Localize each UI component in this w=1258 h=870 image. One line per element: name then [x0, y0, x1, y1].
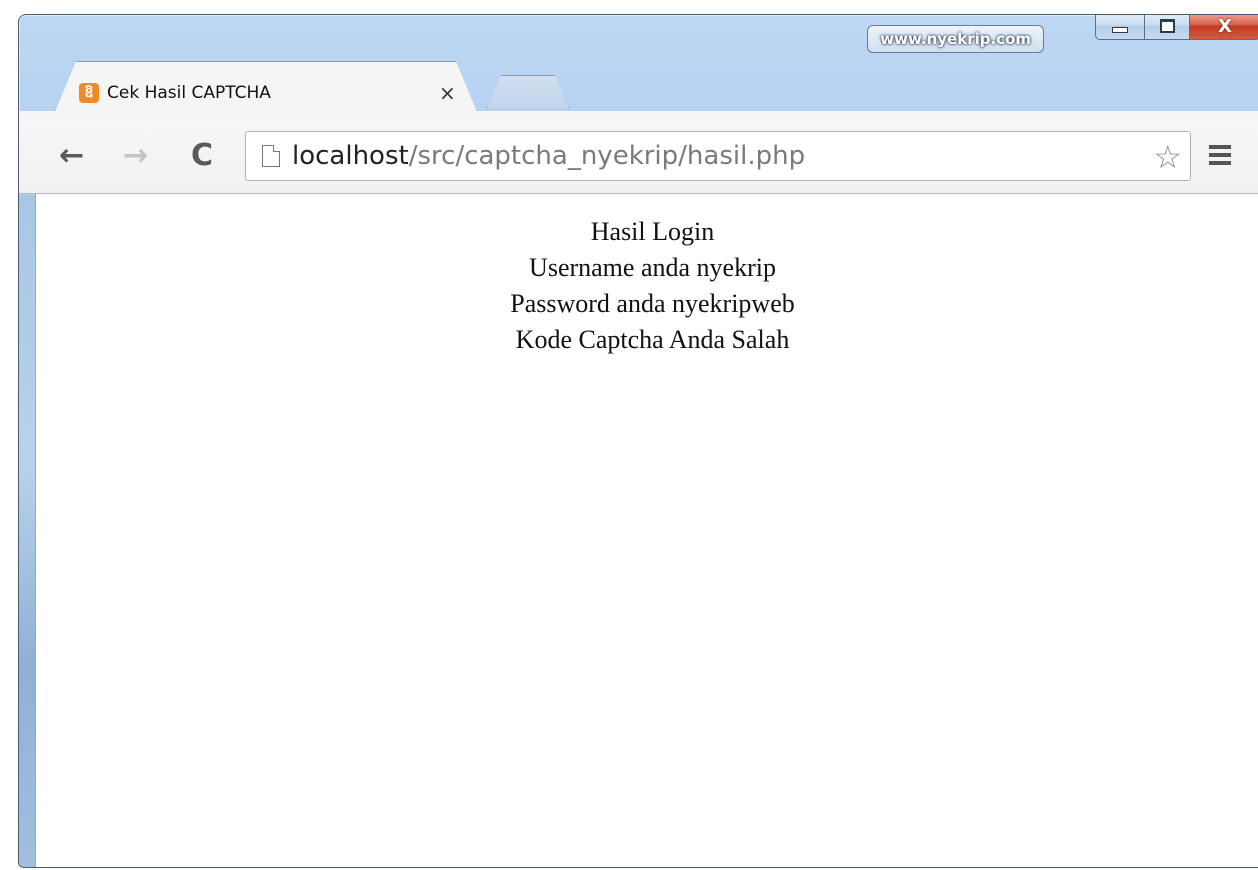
menu-icon[interactable]: [1209, 145, 1231, 169]
back-arrow-icon[interactable]: ←: [59, 141, 84, 171]
close-window-button[interactable]: X: [1190, 15, 1258, 40]
bookmark-star-icon[interactable]: ☆: [1153, 138, 1182, 176]
page-content: Hasil Login Username anda nyekrip Passwo…: [35, 194, 1258, 867]
result-username: Username anda nyekrip: [529, 253, 776, 282]
tab-content: ឱ Cek Hasil CAPTCHA: [79, 73, 479, 113]
result-heading: Hasil Login: [590, 217, 715, 246]
forward-arrow-icon[interactable]: →: [123, 141, 148, 171]
minimize-icon: [1112, 27, 1128, 33]
browser-window: www.nyekrip.com X ឱ Cek Hasil CAPTCHA × …: [18, 14, 1258, 868]
page-icon: [262, 145, 280, 167]
tab-close-icon[interactable]: ×: [439, 81, 456, 105]
close-icon: X: [1218, 15, 1232, 37]
address-bar[interactable]: localhost/src/captcha_nyekrip/hasil.php …: [245, 131, 1191, 181]
new-tab-button[interactable]: [487, 75, 569, 108]
window-frame-left: [19, 195, 35, 867]
xampp-icon: ឱ: [79, 83, 99, 103]
result-captcha-status: Kode Captcha Anda Salah: [515, 325, 790, 354]
caption-buttons: X: [1095, 15, 1258, 40]
result-password: Password anda nyekripweb: [510, 289, 795, 318]
maximize-icon: [1159, 19, 1175, 33]
tab-title: Cek Hasil CAPTCHA: [107, 83, 271, 103]
minimize-button[interactable]: [1095, 15, 1145, 40]
reload-icon[interactable]: C: [191, 141, 213, 171]
maximize-button[interactable]: [1145, 15, 1190, 40]
url-text[interactable]: localhost/src/captcha_nyekrip/hasil.php: [292, 141, 805, 171]
url-host: localhost: [292, 141, 409, 171]
login-result: Hasil Login Username anda nyekrip Passwo…: [36, 214, 1258, 358]
url-path: /src/captcha_nyekrip/hasil.php: [408, 141, 806, 171]
toolbar: ← → C localhost/src/captcha_nyekrip/hasi…: [19, 111, 1258, 194]
profile-badge[interactable]: www.nyekrip.com: [867, 25, 1044, 53]
